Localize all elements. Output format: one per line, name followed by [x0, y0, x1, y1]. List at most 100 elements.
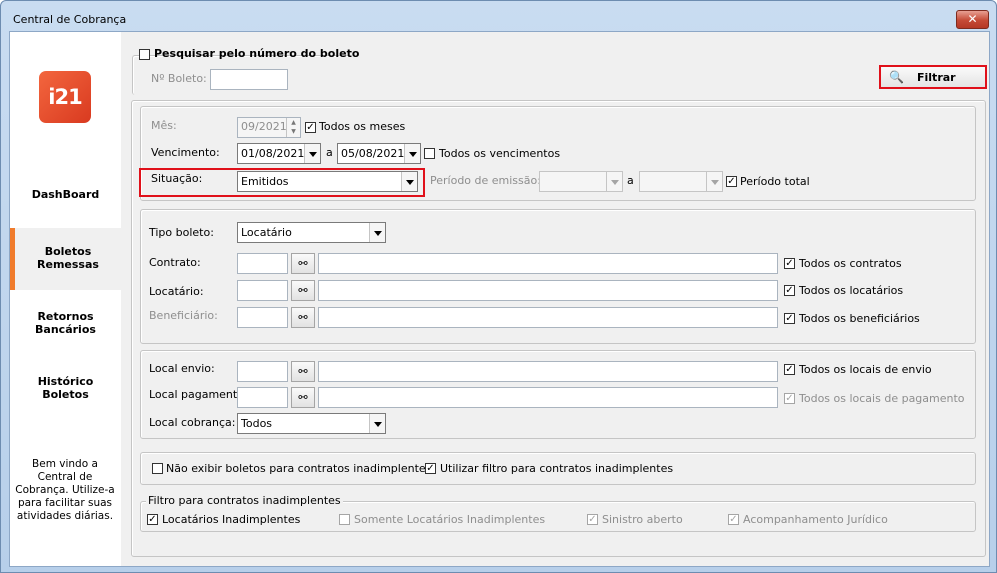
chevron-down-icon[interactable] — [304, 144, 320, 163]
binoculars-icon: ⚯ — [298, 311, 308, 324]
chevron-down-icon[interactable] — [404, 144, 420, 163]
filter-button-label: Filtrar — [917, 71, 956, 84]
contrato-label: Contrato: — [149, 256, 201, 269]
todos-pagamento-label: Todos os locais de pagamento — [799, 392, 965, 405]
beneficiario-name-input[interactable] — [318, 307, 778, 328]
somente-locatarios-checkbox[interactable] — [339, 514, 350, 525]
magnifier-icon: 🔍 — [889, 70, 904, 84]
local-envio-code-input[interactable] — [237, 361, 288, 382]
periodo-emissao-label: Período de emissão: — [430, 174, 541, 187]
vencimento-from-value: 01/08/2021 — [241, 147, 305, 160]
vencimento-to-select[interactable]: 05/08/2021 — [337, 143, 421, 164]
somente-locatarios-label: Somente Locatários Inadimplentes — [354, 513, 546, 526]
situacao-label: Situação: — [151, 172, 203, 185]
mes-label: Mês: — [151, 119, 177, 132]
sinistro-aberto-label: Sinistro aberto — [602, 513, 683, 526]
title-bar: Central de Cobrança ✕ — [1, 1, 996, 31]
locatario-search-button[interactable]: ⚯ — [291, 280, 315, 301]
todos-pagamento-checkbox[interactable]: ✓ — [784, 393, 795, 404]
binoculars-icon: ⚯ — [298, 391, 308, 404]
local-pagamento-label: Local pagamento — [149, 388, 244, 401]
nao-exibir-checkbox[interactable] — [152, 463, 163, 474]
contrato-name-input[interactable] — [318, 253, 778, 274]
chevron-down-icon[interactable] — [369, 223, 385, 242]
periodo-total-checkbox[interactable]: ✓ — [726, 176, 737, 187]
local-pagamento-code-input[interactable] — [237, 387, 288, 408]
sidebar-item-dashboard[interactable]: DashBoard — [10, 188, 121, 201]
emissao-to-select[interactable] — [639, 171, 723, 192]
emissao-separator: a — [627, 174, 634, 187]
binoculars-icon: ⚯ — [298, 257, 308, 270]
todos-envio-checkbox[interactable]: ✓ — [784, 364, 795, 375]
todos-vencimentos-checkbox[interactable] — [424, 148, 435, 159]
todos-locatarios-label: Todos os locatários — [799, 284, 904, 297]
mes-input[interactable]: 09/2021 ▲ ▼ — [237, 117, 301, 138]
locatario-code-input[interactable] — [237, 280, 288, 301]
binoculars-icon: ⚯ — [298, 365, 308, 378]
vencimento-from-select[interactable]: 01/08/2021 — [237, 143, 321, 164]
acompanhamento-label: Acompanhamento Jurídico — [743, 513, 888, 526]
chevron-down-icon[interactable] — [606, 172, 622, 191]
contrato-code-input[interactable] — [237, 253, 288, 274]
window-title: Central de Cobrança — [13, 13, 127, 26]
situacao-select[interactable]: Emitidos — [237, 171, 418, 192]
sinistro-aberto-checkbox[interactable]: ✓ — [587, 514, 598, 525]
local-envio-search-button[interactable]: ⚯ — [291, 361, 315, 382]
inadimplentes-group-label: Filtro para contratos inadimplentes — [146, 494, 343, 507]
sidebar-item-boletos-remessas[interactable]: Boletos Remessas — [10, 228, 121, 290]
periodo-total-label: Período total — [740, 175, 810, 188]
locatarios-inadimplentes-checkbox[interactable]: ✓ — [147, 514, 158, 525]
window: Central de Cobrança ✕ i21 DashBoard Bole… — [0, 0, 997, 573]
sidebar-item-historico-boletos[interactable]: Histórico Boletos — [10, 375, 121, 401]
todos-meses-label: Todos os meses — [319, 120, 406, 133]
emissao-from-select[interactable] — [539, 171, 623, 192]
binoculars-icon: ⚯ — [298, 284, 308, 297]
locatario-name-input[interactable] — [318, 280, 778, 301]
mes-value: 09/2021 — [241, 120, 287, 133]
acompanhamento-checkbox[interactable]: ✓ — [728, 514, 739, 525]
search-boleto-label: Pesquisar pelo número do boleto — [154, 47, 360, 60]
tipo-boleto-select[interactable]: Locatário — [237, 222, 386, 243]
todos-contratos-label: Todos os contratos — [799, 257, 902, 270]
todos-vencimentos-label: Todos os vencimentos — [439, 147, 561, 160]
filter-button[interactable]: 🔍 Filtrar — [879, 65, 987, 89]
chevron-down-icon[interactable] — [369, 414, 385, 433]
welcome-text: Bem vindo a Central de Cobrança. Utilize… — [15, 458, 115, 522]
chevron-down-icon[interactable] — [706, 172, 722, 191]
vencimento-label: Vencimento: — [151, 146, 220, 159]
mes-spinner[interactable]: ▲ ▼ — [286, 118, 300, 137]
local-envio-label: Local envio: — [149, 362, 215, 375]
local-cobranca-select[interactable]: Todos — [237, 413, 386, 434]
main-panel: Pesquisar pelo número do boleto Nº Bolet… — [121, 32, 989, 566]
locatario-label: Locatário: — [149, 285, 204, 298]
search-boleto-checkbox[interactable] — [139, 49, 150, 60]
boleto-number-input[interactable] — [210, 69, 288, 90]
todos-contratos-checkbox[interactable]: ✓ — [784, 258, 795, 269]
chevron-down-icon[interactable] — [401, 172, 417, 191]
sidebar-item-retornos-bancarios[interactable]: Retornos Bancários — [10, 310, 121, 336]
beneficiario-search-button[interactable]: ⚯ — [291, 307, 315, 328]
local-cobranca-value: Todos — [241, 417, 273, 430]
nao-exibir-label: Não exibir boletos para contratos inadim… — [166, 462, 432, 475]
todos-meses-checkbox[interactable]: ✓ — [305, 122, 316, 133]
todos-beneficiarios-label: Todos os beneficiários — [799, 312, 920, 325]
local-envio-name-input[interactable] — [318, 361, 778, 382]
beneficiario-code-input[interactable] — [237, 307, 288, 328]
utilizar-filtro-label: Utilizar filtro para contratos inadimple… — [440, 462, 674, 475]
tipo-boleto-value: Locatário — [241, 226, 292, 239]
local-cobranca-label: Local cobrança: — [149, 416, 236, 429]
beneficiario-label: Beneficiário: — [149, 309, 218, 322]
utilizar-filtro-checkbox[interactable]: ✓ — [425, 463, 436, 474]
situacao-value: Emitidos — [241, 175, 289, 188]
todos-beneficiarios-checkbox[interactable]: ✓ — [784, 313, 795, 324]
local-pagamento-name-input[interactable] — [318, 387, 778, 408]
local-pagamento-search-button[interactable]: ⚯ — [291, 387, 315, 408]
close-button[interactable]: ✕ — [956, 10, 989, 29]
vencimento-to-value: 05/08/2021 — [341, 147, 405, 160]
contrato-search-button[interactable]: ⚯ — [291, 253, 315, 274]
boleto-number-label: Nº Boleto: — [151, 72, 207, 85]
locatarios-inadimplentes-label: Locatários Inadimplentes — [162, 513, 301, 526]
tipo-boleto-label: Tipo boleto: — [149, 226, 214, 239]
todos-locatarios-checkbox[interactable]: ✓ — [784, 285, 795, 296]
client-area: i21 DashBoard Boletos Remessas Retornos … — [9, 31, 990, 567]
